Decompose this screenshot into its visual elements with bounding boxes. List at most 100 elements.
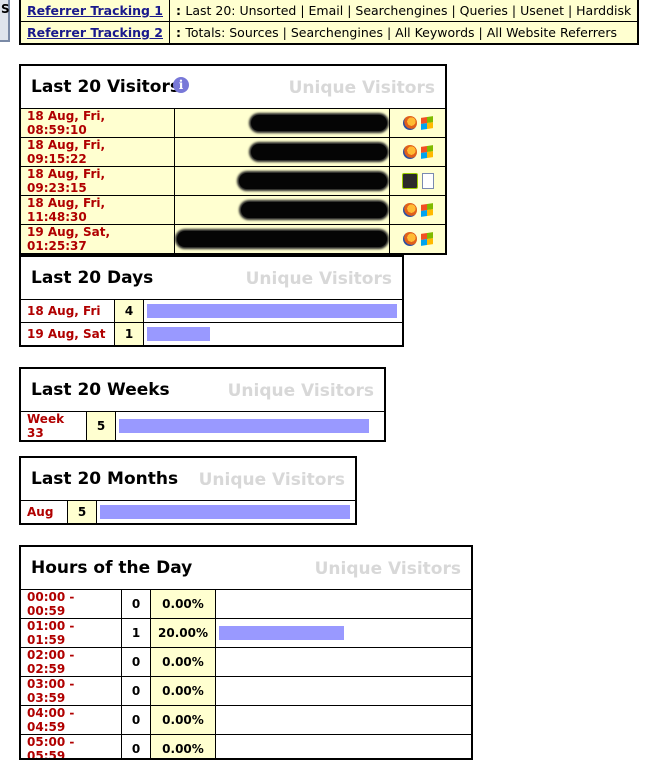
referrer-link[interactable]: Usenet xyxy=(520,3,564,18)
visitor-row: 18 Aug, Fri, 09:15:22 xyxy=(21,138,445,167)
hour-count: 0 xyxy=(122,590,151,619)
redacted-host xyxy=(175,109,390,138)
hour-count: 0 xyxy=(122,648,151,677)
referrer-row-1: Referrer Tracking 1 : Last 20: Unsorted … xyxy=(20,0,638,22)
unique-visitors-label: Unique Visitors xyxy=(289,78,435,98)
hour-bar-cell xyxy=(216,735,472,760)
unique-visitors-label: Unique Visitors xyxy=(315,559,461,579)
hour-range: 05:00 - 05:59 xyxy=(21,735,122,760)
days-count: 4 xyxy=(115,300,144,323)
windows-icon xyxy=(421,203,433,217)
referrer-link[interactable]: Searchengines xyxy=(291,25,383,40)
months-table: Aug 5 xyxy=(21,501,355,523)
hour-range: 04:00 - 04:59 xyxy=(21,706,122,735)
side-tab-label: S xyxy=(1,2,10,16)
panel-header: Hours of the Day Unique Visitors xyxy=(21,547,471,590)
days-label: 18 Aug, Fri xyxy=(21,300,115,323)
last-months-panel: Last 20 Months Unique Visitors Aug 5 xyxy=(19,456,357,525)
visitor-icons xyxy=(390,109,446,138)
panel-header: Last 20 Days Unique Visitors xyxy=(21,257,402,300)
weeks-label: Week 33 xyxy=(21,412,87,440)
hour-range: 02:00 - 02:59 xyxy=(21,648,122,677)
info-icon[interactable]: i xyxy=(173,77,189,93)
referrer-link[interactable]: Last 20: Unsorted xyxy=(185,3,296,18)
hour-percent: 0.00% xyxy=(151,735,216,760)
firefox-icon xyxy=(403,145,417,159)
months-bar-cell xyxy=(97,501,356,523)
panel-title: Last 20 Months xyxy=(31,469,178,489)
hour-percent: 0.00% xyxy=(151,648,216,677)
hours-table: 00:00 - 00:59 0 0.00% 01:00 - 01:59 1 20… xyxy=(21,590,471,760)
weeks-table: Week 33 5 xyxy=(21,412,384,440)
visitor-icons xyxy=(390,138,446,167)
last-visitors-panel: Last 20 Visitors i Unique Visitors 18 Au… xyxy=(19,64,447,255)
separator: | xyxy=(279,25,291,40)
months-row: Aug 5 xyxy=(21,501,355,523)
hour-row: 02:00 - 02:59 0 0.00% xyxy=(21,648,471,677)
document-icon xyxy=(422,173,434,189)
visit-time: 19 Aug, Sat, 01:25:37 xyxy=(21,225,175,254)
separator: | xyxy=(564,3,576,18)
referrer-link[interactable]: Email xyxy=(309,3,344,18)
referrer-prefix: : xyxy=(176,3,185,18)
referrer-link[interactable]: All Keywords xyxy=(395,25,474,40)
separator: | xyxy=(508,3,520,18)
hour-count: 0 xyxy=(122,706,151,735)
hour-bar-cell xyxy=(216,619,472,648)
referrer-link[interactable]: Queries xyxy=(460,3,508,18)
visitor-row: 19 Aug, Sat, 01:25:37 xyxy=(21,225,445,254)
weeks-row: Week 33 5 xyxy=(21,412,384,440)
months-label: Aug xyxy=(21,501,68,523)
hour-range: 00:00 - 00:59 xyxy=(21,590,122,619)
separator: | xyxy=(447,3,459,18)
referrer-link[interactable]: Searchengines xyxy=(355,3,447,18)
weeks-count: 5 xyxy=(87,412,116,440)
hour-percent: 0.00% xyxy=(151,706,216,735)
hours-of-day-panel: Hours of the Day Unique Visitors 00:00 -… xyxy=(19,545,473,760)
visit-time: 18 Aug, Fri, 08:59:10 xyxy=(21,109,175,138)
panel-title: Hours of the Day xyxy=(31,558,192,578)
referrer-link[interactable]: All Website Referrers xyxy=(487,25,617,40)
panel-header: Last 20 Months Unique Visitors xyxy=(21,458,355,501)
bot-icon xyxy=(402,173,418,189)
days-table: 18 Aug, Fri 4 19 Aug, Sat 1 xyxy=(21,300,402,345)
hour-row: 05:00 - 05:59 0 0.00% xyxy=(21,735,471,760)
hour-bar-cell xyxy=(216,648,472,677)
hour-row: 03:00 - 03:59 0 0.00% xyxy=(21,677,471,706)
last-weeks-panel: Last 20 Weeks Unique Visitors Week 33 5 xyxy=(19,367,386,442)
panel-title: Last 20 Visitors xyxy=(31,77,180,97)
hour-bar-cell xyxy=(216,677,472,706)
unique-visitors-label: Unique Visitors xyxy=(199,470,345,490)
days-row: 19 Aug, Sat 1 xyxy=(21,323,402,346)
referrer-link[interactable]: Harddisk xyxy=(576,3,631,18)
days-bar-cell xyxy=(144,300,403,323)
referrer-tracking-1-link[interactable]: Referrer Tracking 1 xyxy=(27,3,163,18)
referrer-row-2: Referrer Tracking 2 : Totals: Sources | … xyxy=(20,22,638,45)
separator: | xyxy=(383,25,395,40)
visitor-icons xyxy=(390,225,446,254)
firefox-icon xyxy=(403,203,417,217)
days-row: 18 Aug, Fri 4 xyxy=(21,300,402,323)
hour-percent: 20.00% xyxy=(151,619,216,648)
hour-range: 01:00 - 01:59 xyxy=(21,619,122,648)
hour-row: 01:00 - 01:59 1 20.00% xyxy=(21,619,471,648)
hour-range: 03:00 - 03:59 xyxy=(21,677,122,706)
redacted-host xyxy=(175,196,390,225)
side-tab-stub[interactable]: S xyxy=(0,0,10,42)
weeks-bar xyxy=(119,419,369,433)
hour-row: 04:00 - 04:59 0 0.00% xyxy=(21,706,471,735)
panel-header: Last 20 Visitors i Unique Visitors xyxy=(21,66,445,109)
days-bar xyxy=(147,304,397,318)
hour-percent: 0.00% xyxy=(151,590,216,619)
visitor-icons xyxy=(390,196,446,225)
hour-row: 00:00 - 00:59 0 0.00% xyxy=(21,590,471,619)
separator: | xyxy=(296,3,308,18)
hour-bar-cell xyxy=(216,590,472,619)
referrer-link[interactable]: Totals: Sources xyxy=(185,25,278,40)
months-count: 5 xyxy=(68,501,97,523)
referrer-tracking-table: Referrer Tracking 1 : Last 20: Unsorted … xyxy=(19,0,639,45)
referrer-tracking-2-link[interactable]: Referrer Tracking 2 xyxy=(27,25,163,40)
windows-icon xyxy=(421,116,433,130)
visit-time: 18 Aug, Fri, 09:15:22 xyxy=(21,138,175,167)
visitor-row: 18 Aug, Fri, 08:59:10 xyxy=(21,109,445,138)
